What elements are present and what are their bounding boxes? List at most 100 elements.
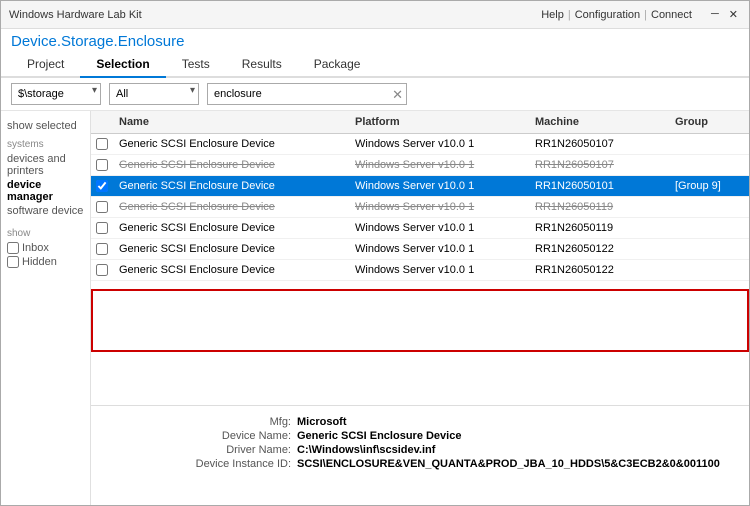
title-bar-actions: Help | Configuration | Connect ─ ✕ [541, 8, 741, 21]
sidebar-check-hidden[interactable]: Hidden [7, 255, 84, 269]
col-header-name: Name [113, 114, 349, 130]
filter-dropdown[interactable]: All [109, 83, 199, 105]
row-check-cell [91, 157, 113, 173]
hidden-checkbox[interactable] [7, 256, 19, 268]
row-checkbox[interactable] [96, 138, 108, 150]
row-checkbox[interactable] [96, 201, 108, 213]
tab-project[interactable]: Project [11, 52, 80, 78]
table-header: Name Platform Machine Group [91, 111, 749, 134]
storage-dropdown-wrap[interactable]: $\storage [11, 83, 101, 105]
row-group [669, 247, 749, 251]
table-row[interactable]: Generic SCSI Enclosure DeviceWindows Ser… [91, 197, 749, 218]
driver-name-value: C:\Windows\inf\scsidev.inf [297, 444, 435, 456]
device-instance-value: SCSI\ENCLOSURE&VEN_QUANTA&PROD_JBA_10_HD… [297, 458, 720, 470]
sidebar-item-software-device[interactable]: software device [7, 204, 84, 218]
detail-device-name-row: Device Name: Generic SCSI Enclosure Devi… [171, 430, 739, 442]
row-name: Generic SCSI Enclosure Device [113, 136, 349, 152]
row-check-cell [91, 136, 113, 152]
inbox-label: Inbox [22, 242, 49, 254]
tab-tests[interactable]: Tests [166, 52, 226, 78]
row-platform: Windows Server v10.0 1 [349, 199, 529, 215]
detail-panel: Mfg: Microsoft Device Name: Generic SCSI… [91, 405, 749, 505]
sidebar-check-inbox[interactable]: Inbox [7, 241, 84, 255]
main-panel: Name Platform Machine Group Generic SCSI… [91, 111, 749, 505]
breadcrumb: Device.Storage.Enclosure [1, 29, 749, 52]
row-check-cell [91, 178, 113, 194]
row-check-cell [91, 262, 113, 278]
minimize-button[interactable]: ─ [708, 8, 722, 21]
row-group [669, 268, 749, 272]
search-clear-button[interactable]: ✕ [392, 88, 403, 101]
row-platform: Windows Server v10.0 1 [349, 241, 529, 257]
sidebar-item-devices-printers[interactable]: devices and printers [7, 152, 84, 178]
tab-selection[interactable]: Selection [80, 52, 165, 78]
row-checkbox[interactable] [96, 159, 108, 171]
device-name-label: Device Name: [171, 430, 291, 442]
help-link[interactable]: Help [541, 9, 564, 21]
row-group [669, 142, 749, 146]
row-platform: Windows Server v10.0 1 [349, 178, 529, 194]
main-window: Windows Hardware Lab Kit Help | Configur… [0, 0, 750, 506]
row-platform: Windows Server v10.0 1 [349, 157, 529, 173]
row-checkbox[interactable] [96, 222, 108, 234]
col-header-group: Group [669, 114, 749, 130]
configuration-link[interactable]: Configuration [575, 9, 640, 21]
table-row[interactable]: Generic SCSI Enclosure DeviceWindows Ser… [91, 155, 749, 176]
row-group: [Group 9] [669, 178, 749, 194]
row-name: Generic SCSI Enclosure Device [113, 199, 349, 215]
row-checkbox[interactable] [96, 180, 108, 192]
title-bar: Windows Hardware Lab Kit Help | Configur… [1, 1, 749, 29]
row-platform: Windows Server v10.0 1 [349, 136, 529, 152]
detail-device-instance-row: Device Instance ID: SCSI\ENCLOSURE&VEN_Q… [171, 458, 739, 470]
sidebar: show selected systems devices and printe… [1, 111, 91, 505]
row-name: Generic SCSI Enclosure Device [113, 220, 349, 236]
sidebar-systems-label: systems [7, 139, 84, 150]
row-name: Generic SCSI Enclosure Device [113, 262, 349, 278]
table-row[interactable]: Generic SCSI Enclosure DeviceWindows Ser… [91, 176, 749, 197]
row-machine: RR1N26050119 [529, 199, 669, 215]
table-row[interactable]: Generic SCSI Enclosure DeviceWindows Ser… [91, 218, 749, 239]
row-name: Generic SCSI Enclosure Device [113, 157, 349, 173]
row-group [669, 226, 749, 230]
detail-driver-name-row: Driver Name: C:\Windows\inf\scsidev.inf [171, 444, 739, 456]
close-button[interactable]: ✕ [726, 8, 741, 21]
row-machine: RR1N26050122 [529, 241, 669, 257]
storage-dropdown[interactable]: $\storage [11, 83, 101, 105]
row-checkbox[interactable] [96, 243, 108, 255]
tab-results[interactable]: Results [226, 52, 298, 78]
inbox-checkbox[interactable] [7, 242, 19, 254]
row-machine: RR1N26050122 [529, 262, 669, 278]
row-check-cell [91, 220, 113, 236]
row-group [669, 163, 749, 167]
search-input[interactable] [207, 83, 407, 105]
row-check-cell [91, 241, 113, 257]
row-platform: Windows Server v10.0 1 [349, 220, 529, 236]
tab-package[interactable]: Package [298, 52, 377, 78]
content-area: show selected systems devices and printe… [1, 111, 749, 505]
row-name: Generic SCSI Enclosure Device [113, 178, 349, 194]
window-title: Windows Hardware Lab Kit [9, 9, 142, 21]
row-check-cell [91, 199, 113, 215]
connect-link[interactable]: Connect [651, 9, 692, 21]
row-machine: RR1N26050101 [529, 178, 669, 194]
col-header-machine: Machine [529, 114, 669, 130]
detail-mfg-row: Mfg: Microsoft [171, 416, 739, 428]
col-header-platform: Platform [349, 114, 529, 130]
sidebar-item-device-manager[interactable]: device manager [7, 178, 84, 204]
window-controls: ─ ✕ [708, 8, 741, 21]
sidebar-item-show-selected[interactable]: show selected [7, 119, 84, 133]
table-row[interactable]: Generic SCSI Enclosure DeviceWindows Ser… [91, 134, 749, 155]
col-header-check [91, 114, 113, 130]
table-row[interactable]: Generic SCSI Enclosure DeviceWindows Ser… [91, 260, 749, 281]
row-platform: Windows Server v10.0 1 [349, 262, 529, 278]
device-instance-label: Device Instance ID: [171, 458, 291, 470]
table-row[interactable]: Generic SCSI Enclosure DeviceWindows Ser… [91, 239, 749, 260]
row-checkbox[interactable] [96, 264, 108, 276]
device-name-value: Generic SCSI Enclosure Device [297, 430, 461, 442]
hidden-label: Hidden [22, 256, 57, 268]
row-machine: RR1N26050119 [529, 220, 669, 236]
sidebar-show-label: show [7, 228, 84, 239]
row-name: Generic SCSI Enclosure Device [113, 241, 349, 257]
filter-dropdown-wrap[interactable]: All [109, 83, 199, 105]
driver-name-label: Driver Name: [171, 444, 291, 456]
